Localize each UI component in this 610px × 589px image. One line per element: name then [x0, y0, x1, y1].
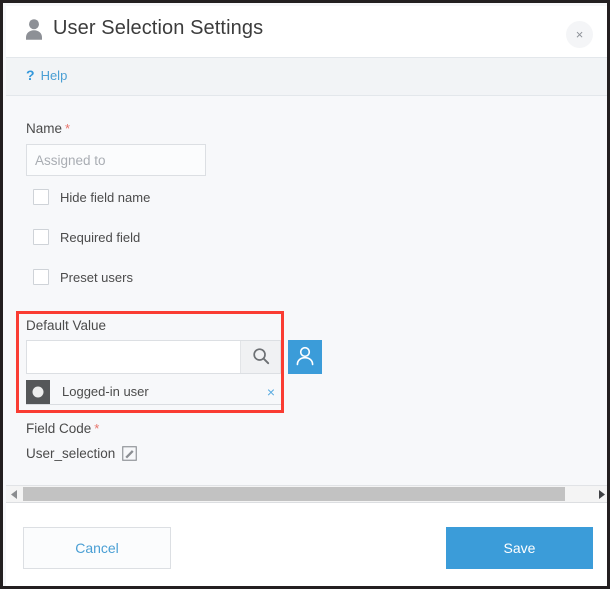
- selected-user-row: Logged-in user ×: [26, 379, 281, 405]
- name-input[interactable]: [26, 144, 206, 176]
- checkbox-label: Required field: [60, 230, 140, 245]
- scroll-left-arrow-icon[interactable]: [6, 486, 23, 503]
- dialog-header: User Selection Settings ×: [6, 6, 610, 58]
- checkbox-hide-field-name[interactable]: Hide field name: [33, 189, 150, 205]
- help-label: Help: [41, 69, 68, 82]
- remove-user-icon[interactable]: ×: [267, 385, 275, 399]
- checkbox-label: Preset users: [60, 270, 133, 285]
- edit-pencil-icon[interactable]: [122, 446, 137, 461]
- page-title: User Selection Settings: [53, 17, 263, 40]
- name-label: Name*: [26, 121, 70, 136]
- user-selection-settings-dialog: User Selection Settings × ? Help Name* H…: [0, 0, 610, 589]
- scroll-right-arrow-icon[interactable]: [593, 486, 610, 503]
- search-button[interactable]: [240, 341, 280, 373]
- save-button[interactable]: Save: [446, 527, 593, 569]
- user-picker-icon: [294, 345, 316, 370]
- default-value-label: Default Value: [26, 318, 106, 333]
- checkbox-label: Hide field name: [60, 190, 150, 205]
- field-code-value: User_selection: [26, 446, 115, 461]
- default-value-search-input[interactable]: [27, 341, 240, 373]
- scrollbar-track[interactable]: [23, 486, 593, 502]
- dialog-body: Name* Hide field name Required field Pre…: [6, 96, 610, 485]
- selected-user-name: Logged-in user: [62, 384, 267, 399]
- question-mark-icon: ?: [26, 68, 35, 82]
- cancel-button[interactable]: Cancel: [23, 527, 171, 569]
- help-link[interactable]: ? Help: [26, 68, 67, 82]
- name-required-marker: *: [65, 121, 70, 136]
- field-code-label: Field Code*: [26, 421, 99, 436]
- checkbox-preset-users[interactable]: Preset users: [33, 269, 133, 285]
- default-user-avatar: [26, 380, 50, 404]
- checkbox-box[interactable]: [33, 269, 49, 285]
- close-button[interactable]: ×: [566, 21, 593, 48]
- dialog-footer: Cancel Save: [6, 503, 610, 589]
- field-code-label-text: Field Code: [26, 421, 91, 436]
- header-title-group: User Selection Settings: [24, 17, 263, 40]
- field-code-required-marker: *: [94, 421, 99, 436]
- help-bar: ? Help: [6, 58, 610, 96]
- field-code-value-row: User_selection: [26, 446, 137, 461]
- checkbox-box[interactable]: [33, 189, 49, 205]
- scrollbar-thumb[interactable]: [23, 487, 565, 501]
- name-label-text: Name: [26, 121, 62, 136]
- checkbox-box[interactable]: [33, 229, 49, 245]
- horizontal-scrollbar[interactable]: [6, 485, 610, 503]
- checkbox-required-field[interactable]: Required field: [33, 229, 140, 245]
- search-icon: [252, 347, 270, 368]
- user-picker-button[interactable]: [288, 340, 322, 374]
- close-icon: ×: [576, 28, 584, 41]
- person-icon: [24, 18, 44, 40]
- default-value-search-group: [26, 340, 281, 374]
